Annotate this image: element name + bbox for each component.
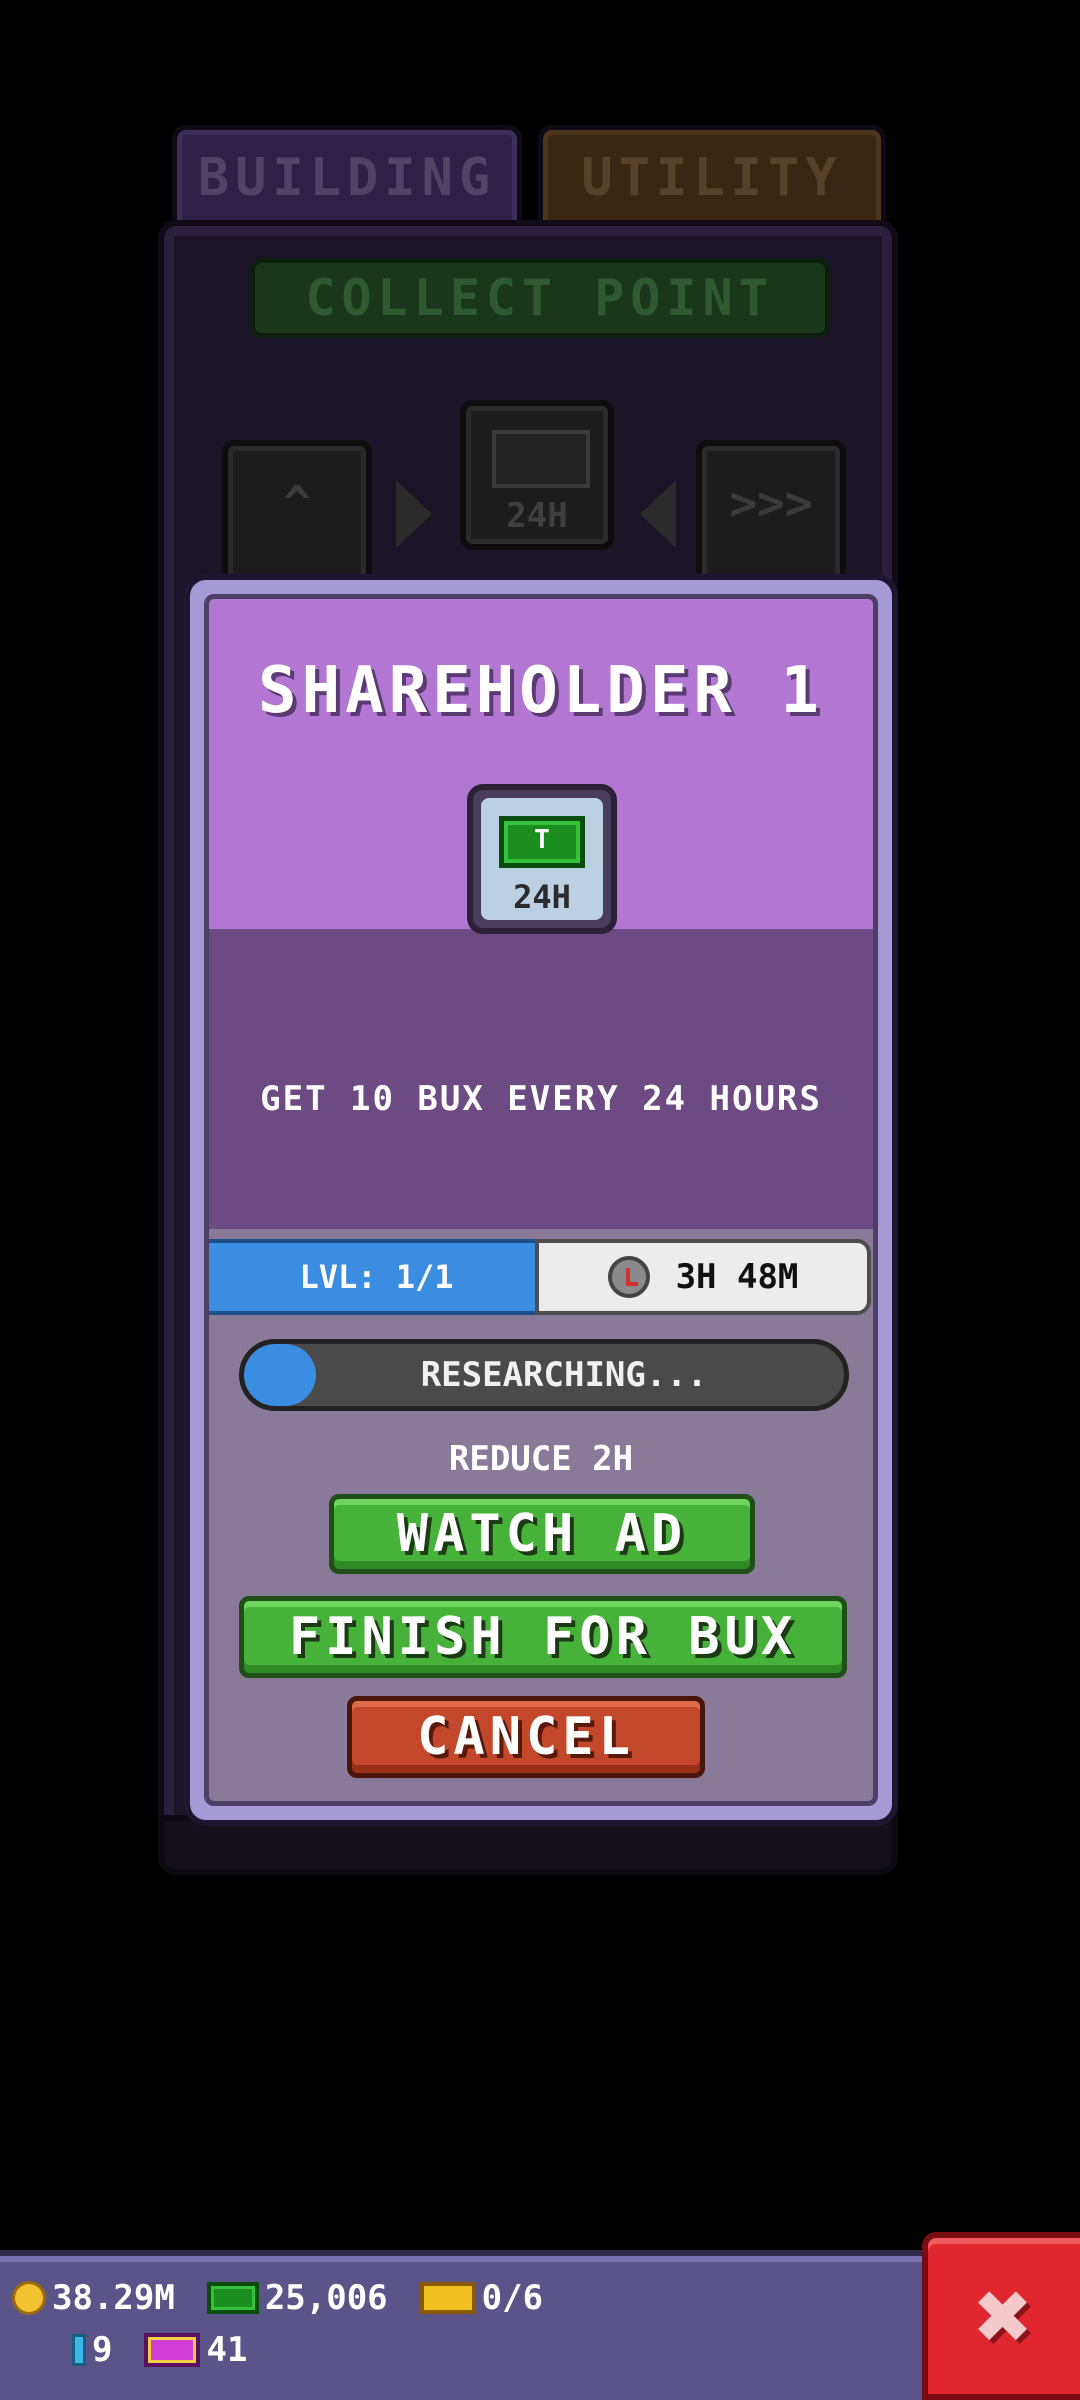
ticket-icon	[419, 2282, 476, 2314]
vip-value: 41	[206, 2330, 248, 2370]
collect-point-banner: COLLECT POINT	[250, 258, 830, 338]
research-description: GET 10 BUX EVERY 24 HOURS	[260, 1079, 822, 1119]
time-remaining-value: 3H 48M	[675, 1257, 799, 1297]
bux-icon	[206, 2282, 259, 2314]
clock-icon	[607, 1256, 650, 1298]
finish-for-bux-button[interactable]: FINISH FOR BUX	[239, 1596, 847, 1678]
bux-value: 25,006	[264, 2278, 388, 2318]
vip-ticket-icon	[144, 2333, 201, 2367]
coin-icon	[12, 2281, 46, 2315]
resource-hud	[0, 2250, 930, 2400]
tab-utility[interactable]: UTILITY	[538, 125, 886, 225]
upgrade-slot-center: 24H	[460, 400, 614, 550]
research-icon-label: 24H	[513, 878, 571, 916]
fast-forward-icon: >>>	[729, 476, 813, 530]
coins-counter[interactable]: 38.29M	[12, 2278, 175, 2318]
hud-row-primary: 38.29M 25,006 0/6	[12, 2278, 565, 2318]
tab-building[interactable]: BUILDING	[172, 125, 522, 225]
hud-row-secondary: 9 41	[72, 2330, 269, 2370]
research-progress-bar: RESEARCHING...	[239, 1339, 849, 1411]
research-progress-label: RESEARCHING...	[420, 1355, 708, 1395]
time-remaining: 3H 48M	[535, 1239, 871, 1315]
upgrade-chevron-icon: ^	[283, 476, 311, 530]
cancel-button[interactable]: CANCEL	[347, 1696, 705, 1778]
bux-counter[interactable]: 25,006	[206, 2278, 388, 2318]
bux-bill-icon	[492, 430, 590, 488]
vip-counter[interactable]: 41	[144, 2330, 247, 2370]
gem-icon	[72, 2334, 86, 2366]
watch-ad-button[interactable]: WATCH AD	[329, 1494, 755, 1574]
dialog-title: SHAREHOLDER 1	[258, 654, 824, 728]
bux-bill-icon: T	[499, 816, 585, 868]
research-icon-frame: T 24H	[481, 798, 603, 920]
close-button[interactable]: ✖	[922, 2232, 1080, 2400]
gems-value: 9	[92, 2330, 113, 2370]
coins-value: 38.29M	[52, 2278, 175, 2318]
upgrade-slot-right: >>>	[696, 440, 846, 590]
tickets-counter[interactable]: 0/6	[419, 2278, 544, 2318]
upgrade-slot-left: ^	[222, 440, 372, 590]
research-dialog-body: SHAREHOLDER 1 T 24H GET 10 BUX EVERY 24 …	[204, 594, 878, 1806]
research-icon-tile: T 24H	[467, 784, 617, 934]
tickets-value: 0/6	[481, 2278, 544, 2318]
gems-counter[interactable]: 9	[72, 2330, 112, 2370]
level-indicator: LVL: 1/1	[209, 1239, 544, 1315]
arrow-right-icon	[396, 480, 432, 548]
close-icon: ✖	[975, 2260, 1033, 2372]
reduce-time-label: REDUCE 2H	[448, 1439, 634, 1479]
arrow-left-icon	[640, 480, 676, 548]
center-slot-label: 24H	[506, 496, 568, 536]
bill-mark: T	[534, 825, 550, 855]
